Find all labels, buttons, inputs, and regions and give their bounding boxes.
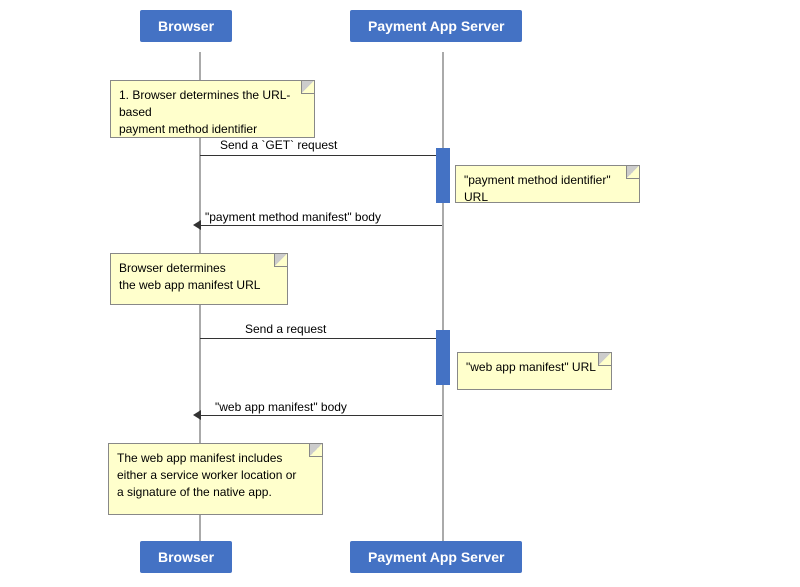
send-request-label: Send a request	[245, 322, 326, 336]
server-activation-2	[436, 330, 450, 385]
browser-top-box: Browser	[140, 10, 232, 42]
get-request-label: Send a `GET` request	[220, 138, 337, 152]
note-web-app-manifest-url: Browser determinesthe web app manifest U…	[110, 253, 288, 305]
note-web-app-manifest-content: The web app manifest includeseither a se…	[108, 443, 323, 515]
note-web-app-manifest-url-server: "web app manifest" URL	[457, 352, 612, 390]
server-top-box: Payment App Server	[350, 10, 522, 42]
payment-manifest-body-arrow-line	[200, 225, 442, 226]
sequence-diagram: Browser Payment App Server 1. Browser de…	[0, 0, 800, 587]
payment-manifest-body-label: "payment method manifest" body	[205, 210, 381, 224]
web-app-manifest-body-arrow-line	[200, 415, 442, 416]
browser-bottom-box: Browser	[140, 541, 232, 573]
get-request-arrow-line	[200, 155, 442, 156]
server-lifeline	[442, 52, 444, 542]
note-payment-method-identifier-url: "payment method identifier" URL	[455, 165, 640, 203]
web-app-manifest-body-arrowhead	[193, 410, 201, 420]
server-bottom-box: Payment App Server	[350, 541, 522, 573]
send-request-arrow-line	[200, 338, 442, 339]
note-url-based-identifier: 1. Browser determines the URL-basedpayme…	[110, 80, 315, 138]
payment-manifest-body-arrowhead	[193, 220, 201, 230]
web-app-manifest-body-label: "web app manifest" body	[215, 400, 347, 414]
server-activation-1	[436, 148, 450, 203]
